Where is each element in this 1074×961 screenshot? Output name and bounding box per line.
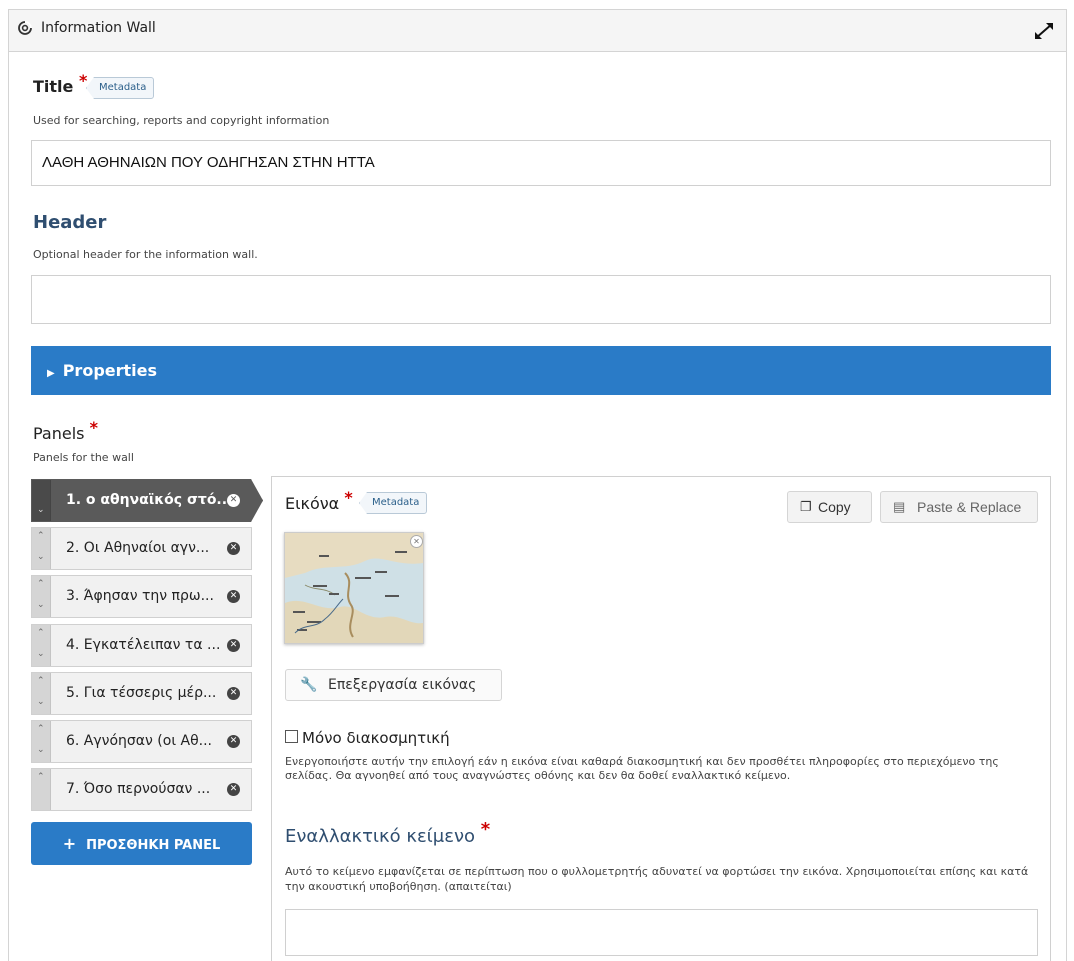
window-title: Information Wall: [41, 20, 156, 36]
panel-tab-6[interactable]: ⌃ ⌄ 6. Αγνόησαν (οι Αθ... ✕: [31, 720, 252, 763]
remove-panel-icon[interactable]: ✕: [227, 542, 240, 555]
reorder-handle[interactable]: ⌃ ⌄: [32, 528, 51, 569]
title-label-text: Title: [33, 77, 74, 96]
properties-label: Properties: [62, 361, 158, 380]
chevron-up-icon[interactable]: ⌃: [37, 772, 45, 782]
reorder-handle[interactable]: ⌃ ⌄: [32, 673, 51, 714]
fullscreen-icon[interactable]: [1033, 21, 1055, 41]
image-thumbnail[interactable]: ✕: [284, 532, 424, 644]
image-label-text: Εικόνα: [285, 494, 340, 513]
decorative-description: Ενεργοποιήστε αυτήν την επιλογή εάν η ει…: [285, 755, 999, 782]
remove-panel-icon[interactable]: ✕: [227, 783, 240, 796]
chevron-down-icon[interactable]: ⌄: [37, 697, 45, 707]
chevron-down-icon[interactable]: ⌄: [37, 600, 45, 610]
copy-icon: ❐: [800, 499, 812, 514]
panels-label-text: Panels: [33, 424, 85, 443]
chevron-up-icon[interactable]: ⌃: [37, 531, 45, 541]
panel-tab-7[interactable]: ⌃ 7. Όσο περνούσαν ... ✕: [31, 768, 252, 811]
reorder-handle[interactable]: ⌄: [32, 480, 51, 521]
header-label: Header: [33, 212, 107, 233]
remove-image-icon[interactable]: ✕: [410, 535, 423, 548]
remove-panel-icon[interactable]: ✕: [227, 735, 240, 748]
panel-tab-label: 3. Άφησαν την πρω...: [66, 588, 214, 604]
alt-text-input[interactable]: [285, 909, 1038, 956]
properties-toggle[interactable]: ▶ Properties: [31, 346, 1051, 395]
add-panel-button[interactable]: + ΠΡΟΣΘΗΚΗ PANEL: [31, 822, 252, 865]
copy-button[interactable]: ❐ Copy: [787, 491, 872, 523]
metadata-tag[interactable]: Metadata: [359, 492, 428, 514]
add-panel-label: ΠΡΟΣΘΗΚΗ PANEL: [86, 838, 221, 853]
panel-tab-3[interactable]: ⌃ ⌄ 3. Άφησαν την πρω... ✕: [31, 575, 252, 618]
plus-icon: +: [62, 834, 77, 853]
chevron-down-icon[interactable]: ⌄: [37, 745, 45, 755]
remove-panel-icon[interactable]: ✕: [227, 494, 240, 507]
panel-tab-label: 2. Οι Αθηναίοι αγν...: [66, 540, 210, 556]
wrench-icon: 🔧: [300, 677, 318, 693]
panel-tab-4[interactable]: ⌃ ⌄ 4. Εγκατέλειπαν τα ... ✕: [31, 624, 252, 667]
alt-text-label-text: Εναλλακτικό κείμενο: [285, 826, 476, 847]
panels-description: Panels for the wall: [33, 451, 134, 464]
reorder-handle[interactable]: ⌃ ⌄: [32, 576, 51, 617]
reorder-handle[interactable]: ⌃ ⌄: [32, 625, 51, 666]
panel-tab-1[interactable]: ⌄ 1. ο αθηναϊκός στό... ✕: [31, 479, 263, 522]
paste-replace-button[interactable]: ▤ Paste & Replace: [880, 491, 1038, 523]
reorder-handle[interactable]: ⌃ ⌄: [32, 721, 51, 762]
remove-panel-icon[interactable]: ✕: [227, 590, 240, 603]
required-mark: *: [89, 418, 98, 437]
window-titlebar: [8, 9, 1067, 52]
panel-tab-label: 7. Όσο περνούσαν ...: [66, 781, 211, 797]
header-input[interactable]: [31, 275, 1051, 324]
copy-label: Copy: [818, 499, 851, 515]
title-label: Title *: [33, 71, 87, 96]
title-description: Used for searching, reports and copyrigh…: [33, 114, 330, 127]
decorative-checkbox[interactable]: [285, 730, 298, 743]
panels-label: Panels *: [33, 418, 98, 443]
panel-tab-label: 4. Εγκατέλειπαν τα ...: [66, 637, 221, 653]
chevron-down-icon[interactable]: ⌄: [37, 649, 45, 659]
chevron-up-icon[interactable]: ⌃: [37, 579, 45, 589]
chevron-up-icon[interactable]: ⌃: [37, 676, 45, 686]
panel-tab-label: 1. ο αθηναϊκός στό...: [66, 492, 233, 508]
required-mark: *: [344, 488, 353, 507]
remove-panel-icon[interactable]: ✕: [227, 687, 240, 700]
required-mark: *: [78, 71, 88, 90]
panel-tab-5[interactable]: ⌃ ⌄ 5. Για τέσσερις μέρ... ✕: [31, 672, 252, 715]
image-label: Εικόνα *: [285, 488, 353, 513]
panel-tab-label: 6. Αγνόησαν (οι Αθ...: [66, 733, 213, 749]
chevron-down-icon[interactable]: ⌄: [37, 552, 45, 562]
alt-text-description: Αυτό το κείμενο εμφανίζεται σε περίπτωση…: [285, 865, 1029, 893]
remove-panel-icon[interactable]: ✕: [227, 639, 240, 652]
chevron-up-icon[interactable]: ⌃: [37, 724, 45, 734]
information-wall-icon: [17, 20, 33, 40]
required-mark: *: [480, 819, 491, 840]
alt-text-label: Εναλλακτικό κείμενο *: [285, 819, 490, 847]
panel-tab-label: 5. Για τέσσερις μέρ...: [66, 685, 217, 701]
map-image: [285, 533, 423, 643]
paste-label: Paste & Replace: [917, 499, 1022, 515]
reorder-handle[interactable]: ⌃: [32, 769, 51, 810]
title-input[interactable]: ΛΑΘΗ ΑΘΗΝΑΙΩΝ ΠΟΥ ΟΔΗΓΗΣΑΝ ΣΤΗΝ ΗΤΤΑ: [31, 140, 1051, 186]
clipboard-icon: ▤: [893, 499, 906, 514]
decorative-label: Μόνο διακοσμητική: [302, 729, 450, 747]
edit-image-button[interactable]: 🔧 Επεξεργασία εικόνας: [285, 669, 502, 701]
chevron-up-icon[interactable]: ⌃: [37, 628, 45, 638]
chevron-down-icon[interactable]: ⌄: [37, 505, 45, 515]
panel-tab-2[interactable]: ⌃ ⌄ 2. Οι Αθηναίοι αγν... ✕: [31, 527, 252, 570]
edit-image-label: Επεξεργασία εικόνας: [328, 677, 477, 693]
header-description: Optional header for the information wall…: [33, 248, 258, 261]
caret-right-icon: ▶: [47, 368, 55, 379]
metadata-tag[interactable]: Metadata: [86, 77, 155, 99]
